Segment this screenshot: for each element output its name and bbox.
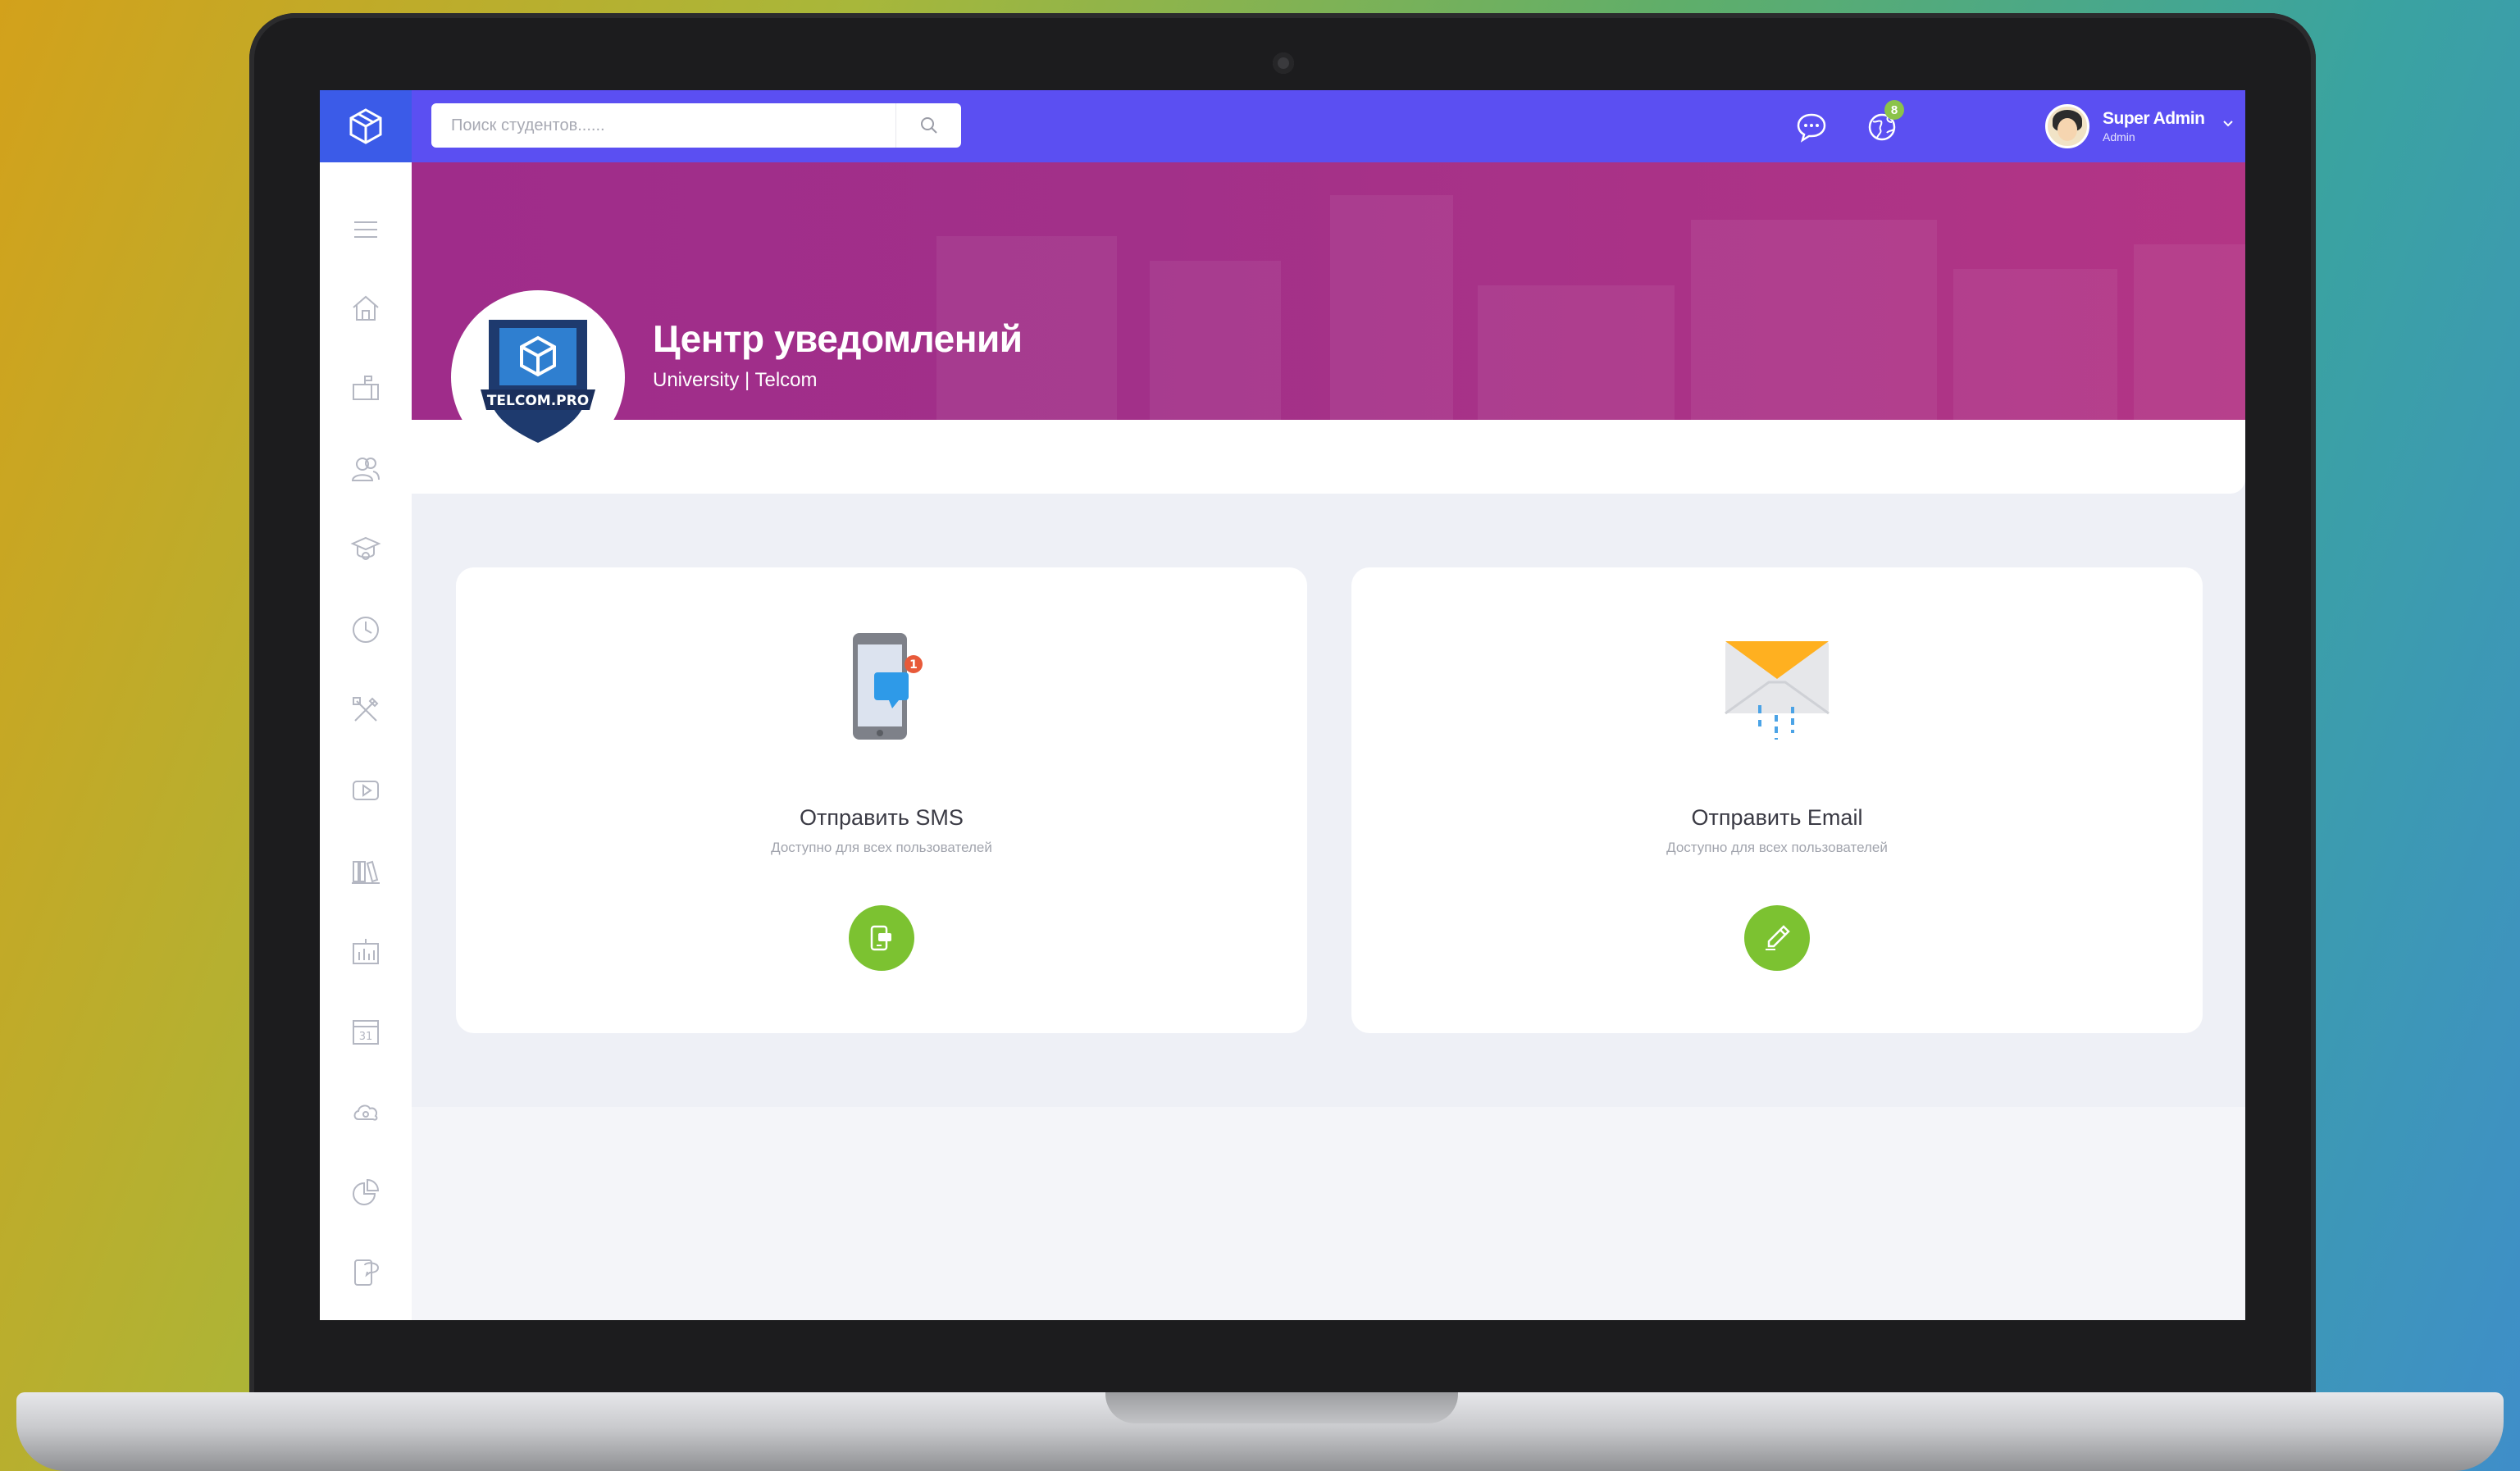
sidebar-item-home[interactable]: [349, 292, 382, 325]
svg-text:31: 31: [359, 1031, 373, 1043]
menu-icon: [354, 221, 377, 238]
graduation-cap-icon: [350, 536, 381, 560]
sms-card-title: Отправить SMS: [800, 805, 964, 830]
sidebar-menu-toggle[interactable]: [349, 213, 382, 246]
tools-icon: [353, 697, 379, 722]
clock-icon: [353, 617, 379, 643]
feedback-icon: [354, 1259, 380, 1286]
stats-icon: [353, 939, 379, 964]
users-icon: [351, 458, 380, 481]
send-sms-button[interactable]: [849, 905, 914, 971]
home-icon: [353, 295, 379, 321]
banner-footer: [412, 420, 2245, 494]
email-card: Отправить Email Доступно для всех пользо…: [1351, 567, 2203, 1033]
sms-send-icon: [870, 925, 891, 951]
page-subtitle: University | Telcom: [653, 369, 818, 391]
chat-icon: [1797, 113, 1826, 143]
search-box: [431, 103, 961, 148]
avatar: [2045, 104, 2089, 148]
sidebar-item-tools[interactable]: [349, 694, 382, 726]
page-title: Центр уведомлений: [653, 317, 1023, 360]
sidebar: 31: [320, 162, 412, 1320]
chat-button[interactable]: [1793, 108, 1830, 146]
sms-card: 1 Отправить SMS Доступно для всех пользо…: [456, 567, 1307, 1033]
phone-notification-icon: 1: [853, 633, 923, 740]
sidebar-item-library[interactable]: [349, 854, 382, 887]
notifications-button[interactable]: 8: [1863, 100, 1904, 146]
search-input[interactable]: [431, 103, 895, 148]
svg-text:TELCOM.PRO: TELCOM.PRO: [487, 393, 589, 409]
user-name: Super Admin: [2103, 109, 2205, 128]
notification-badge: 8: [1884, 100, 1904, 120]
user-role: Admin: [2103, 130, 2135, 143]
top-bar: 8 Super Admin Admin: [320, 90, 2245, 162]
video-icon: [353, 781, 379, 800]
user-menu[interactable]: Super Admin Admin: [2045, 103, 2234, 149]
sidebar-item-calendar[interactable]: 31: [349, 1015, 382, 1048]
app-logo[interactable]: [320, 90, 412, 162]
sidebar-item-feedback[interactable]: [349, 1256, 382, 1289]
sidebar-item-video[interactable]: [349, 774, 382, 807]
mailbox-icon: [353, 376, 379, 400]
shield-logo-icon: TELCOM.PRO: [481, 320, 595, 443]
chevron-down-icon: [2223, 121, 2234, 127]
sidebar-item-reports[interactable]: [349, 935, 382, 968]
calendar-icon: 31: [353, 1020, 379, 1045]
svg-text:1: 1: [909, 658, 918, 672]
email-card-title: Отправить Email: [1691, 805, 1863, 830]
sidebar-item-students[interactable]: [349, 533, 382, 566]
cloud-icon: [353, 1104, 378, 1121]
sidebar-item-mailbox[interactable]: [349, 372, 382, 405]
sidebar-item-users[interactable]: [349, 453, 382, 485]
pencil-icon: [1766, 925, 1790, 950]
email-card-subtitle: Доступно для всех пользователей: [1666, 840, 1888, 855]
laptop-notch: [1105, 1392, 1458, 1423]
university-emblem: TELCOM.PRO: [451, 290, 625, 464]
camera: [1273, 52, 1294, 74]
pie-chart-icon: [353, 1178, 380, 1205]
search-button[interactable]: [895, 103, 961, 148]
content-footer: [412, 1107, 2245, 1320]
envelope-icon: [1725, 641, 1830, 740]
sms-card-subtitle: Доступно для всех пользователей: [771, 840, 992, 855]
send-email-button[interactable]: [1744, 905, 1810, 971]
library-icon: [352, 860, 380, 884]
app-screen: 8 Super Admin Admin: [320, 90, 2245, 1320]
search-icon: [920, 117, 937, 134]
logo-icon: [349, 108, 382, 144]
sidebar-item-analytics[interactable]: [349, 1176, 382, 1209]
sidebar-item-cloud[interactable]: [349, 1095, 382, 1128]
sidebar-item-schedule[interactable]: [349, 613, 382, 646]
